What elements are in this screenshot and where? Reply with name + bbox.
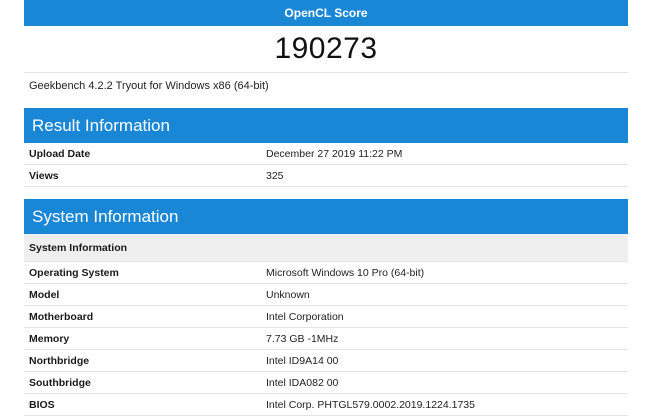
opencl-score-header: OpenCL Score — [24, 0, 628, 26]
result-information-header: Result Information — [24, 108, 628, 143]
table-row: Model Unknown — [24, 284, 628, 306]
row-key-northbridge: Northbridge — [29, 354, 90, 367]
table-row: Motherboard Intel Corporation — [24, 306, 628, 328]
row-key-operating-system: Operating System — [29, 266, 119, 279]
result-information-section: Result Information Upload Date December … — [24, 108, 628, 187]
opencl-score-value: 190273 — [24, 26, 628, 73]
system-information-header: System Information — [24, 199, 628, 234]
table-row: Southbridge Intel IDA082 00 — [24, 372, 628, 394]
table-row: Upload Date December 27 2019 11:22 PM — [24, 143, 628, 165]
row-key-bios: BIOS — [29, 398, 55, 411]
table-row: Operating System Microsoft Windows 10 Pr… — [24, 262, 628, 284]
row-value-northbridge: Intel ID9A14 00 — [266, 354, 339, 367]
table-row: BIOS Intel Corp. PHTGL579.0002.2019.1224… — [24, 394, 628, 416]
row-value-motherboard: Intel Corporation — [266, 310, 344, 323]
row-value-upload-date: December 27 2019 11:22 PM — [266, 147, 403, 160]
row-value-views: 325 — [266, 169, 284, 182]
row-key-memory: Memory — [29, 332, 70, 345]
row-value-operating-system: Microsoft Windows 10 Pro (64-bit) — [266, 266, 425, 279]
row-key-southbridge: Southbridge — [29, 376, 91, 389]
table-row: Views 325 — [24, 165, 628, 187]
row-value-memory: 7.73 GB -1MHz — [266, 332, 339, 345]
geekbench-version-line: Geekbench 4.2.2 Tryout for Windows x86 (… — [29, 80, 269, 92]
system-information-section: System Information System Information Op… — [24, 199, 628, 416]
row-key-model: Model — [29, 288, 60, 301]
benchmark-result-page: OpenCL Score 190273 Geekbench 4.2.2 Tryo… — [24, 0, 628, 416]
row-key-motherboard: Motherboard — [29, 310, 94, 323]
table-row: Northbridge Intel ID9A14 00 — [24, 350, 628, 372]
row-value-southbridge: Intel IDA082 00 — [266, 376, 339, 389]
row-value-model: Unknown — [266, 288, 310, 301]
table-row: Memory 7.73 GB -1MHz — [24, 328, 628, 350]
row-key-upload-date: Upload Date — [29, 147, 91, 160]
row-value-bios: Intel Corp. PHTGL579.0002.2019.1224.1735 — [266, 398, 475, 411]
system-information-subheader: System Information — [24, 234, 628, 262]
row-key-views: Views — [29, 169, 59, 182]
